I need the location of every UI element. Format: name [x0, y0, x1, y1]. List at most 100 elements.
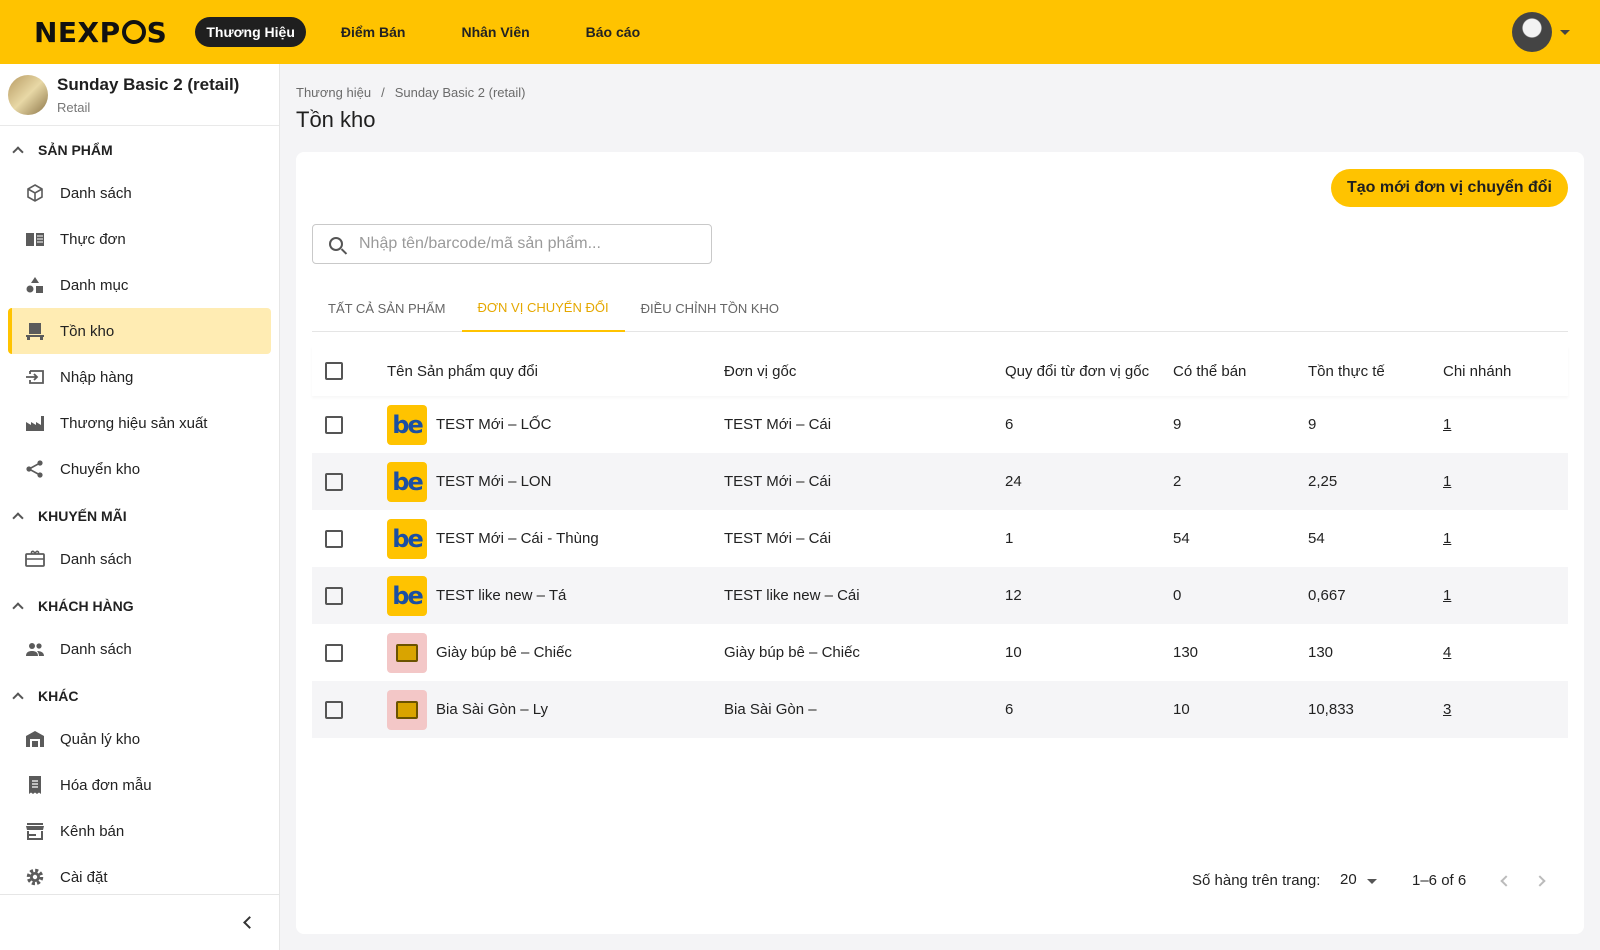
base-unit: TEST Mới – Cái [724, 530, 832, 547]
section-promotions[interactable]: KHUYẾN MÃI [0, 496, 279, 536]
share-icon [24, 458, 46, 480]
sellable-qty: 10 [1173, 701, 1190, 718]
tab-conversion-units[interactable]: Đơn vị chuyển đổi [461, 284, 625, 332]
column-header[interactable]: Đơn vị gốc [724, 363, 1005, 380]
column-header[interactable]: Có thể bán [1173, 363, 1308, 380]
column-header[interactable]: Quy đổi từ đơn vị gốc [1005, 363, 1173, 380]
conversion-rate: 6 [1005, 701, 1014, 718]
search-input[interactable] [359, 235, 689, 253]
sidebar: Sunday Basic 2 (retail) Retail SẢN PHẨM … [0, 64, 280, 950]
select-all-checkbox[interactable] [325, 362, 343, 380]
row-checkbox[interactable] [325, 700, 343, 719]
row-checkbox[interactable] [325, 415, 343, 434]
sidebar-item-promo-list[interactable]: Danh sách [8, 536, 271, 582]
chevron-up-icon [12, 602, 24, 614]
product-name: TEST like new – Tá [436, 587, 567, 604]
product-name: Giày búp bê – Chiếc [436, 644, 572, 661]
user-avatar[interactable] [1512, 12, 1552, 52]
actual-stock: 54 [1308, 530, 1325, 547]
top-bar: NEXP S Thương Hiệu Điểm Bán Nhân Viên Báo… [0, 0, 1600, 64]
sidebar-item-channel[interactable]: Kênh bán [8, 808, 271, 854]
store-icon [24, 820, 46, 842]
sidebar-item-customer-list[interactable]: Danh sách [8, 626, 271, 672]
sidebar-item-manufacturer[interactable]: Thương hiệu sản xuất [8, 400, 271, 446]
sidebar-item-category[interactable]: Danh mục [8, 262, 271, 308]
product-thumbnail [387, 689, 427, 730]
section-products[interactable]: SẢN PHẨM [0, 130, 279, 170]
sidebar-item-import[interactable]: Nhập hàng [8, 354, 271, 400]
brand-header[interactable]: Sunday Basic 2 (retail) Retail [0, 64, 279, 126]
top-nav: Thương Hiệu Điểm Bán Nhân Viên Báo cáo [195, 17, 685, 47]
conversion-rate: 10 [1005, 644, 1022, 661]
branch-count-link[interactable]: 1 [1443, 587, 1451, 604]
tab-inventory-adjustment[interactable]: Điều chỉnh tồn kho [625, 284, 795, 332]
sidebar-item-warehouse[interactable]: Quản lý kho [8, 716, 271, 762]
sidebar-item-product-list[interactable]: Danh sách [8, 170, 271, 216]
chevron-up-icon [12, 146, 24, 158]
conversion-rate: 1 [1005, 530, 1014, 547]
gear-icon [24, 866, 46, 888]
next-page-icon[interactable] [1534, 875, 1546, 887]
sidebar-item-menu[interactable]: Thực đơn [8, 216, 271, 262]
sidebar-item-label: Chuyển kho [60, 460, 141, 478]
tab-all-products[interactable]: Tất cả sản phẩm [312, 284, 462, 332]
section-customers[interactable]: KHÁCH HÀNG [0, 586, 279, 626]
conversion-rate: 24 [1005, 473, 1022, 490]
table-row[interactable]: be TEST Mới – LON TEST Mới – Cái 24 2 2,2… [312, 453, 1568, 510]
table-row[interactable]: be TEST Mới – LỐC TEST Mới – Cái 6 9 9 1 [312, 396, 1568, 453]
table-row[interactable]: be TEST Mới – Cái - Thùng TEST Mới – Cái … [312, 510, 1568, 567]
sellable-qty: 130 [1173, 644, 1199, 661]
pallet-icon [24, 320, 46, 342]
nav-brand[interactable]: Thương Hiệu [195, 17, 306, 47]
row-checkbox[interactable] [325, 529, 343, 548]
chevron-down-icon[interactable] [1367, 879, 1377, 884]
table-row[interactable]: Giày búp bê – Chiếc Giày búp bê – Chiếc … [312, 624, 1568, 681]
branch-count-link[interactable]: 1 [1443, 530, 1451, 547]
product-thumbnail: be [387, 518, 427, 559]
nav-staff[interactable]: Nhân Viên [450, 17, 540, 47]
nav-points-of-sale[interactable]: Điểm Bán [330, 17, 417, 47]
sidebar-item-transfer[interactable]: Chuyển kho [8, 446, 271, 492]
create-conversion-unit-button[interactable]: Tạo mới đơn vị chuyển đổi [1331, 169, 1568, 207]
sidebar-item-inventory[interactable]: Tồn kho [8, 308, 271, 354]
column-header[interactable]: Chi nhánh [1443, 363, 1563, 380]
actual-stock: 10,833 [1308, 701, 1354, 718]
base-unit: TEST Mới – Cái [724, 416, 832, 433]
table-row[interactable]: be TEST like new – Tá TEST like new – Cái… [312, 567, 1568, 624]
branch-count-link[interactable]: 1 [1443, 473, 1451, 490]
sellable-qty: 2 [1173, 473, 1182, 490]
section-label: KHUYẾN MÃI [38, 508, 127, 524]
base-unit: TEST Mới – Cái [724, 473, 832, 490]
book-icon [24, 228, 46, 250]
branch-count-link[interactable]: 3 [1443, 701, 1451, 718]
previous-page-icon[interactable] [1500, 875, 1512, 887]
nav-reports[interactable]: Báo cáo [575, 17, 651, 47]
column-header[interactable]: Tên Sản phẩm quy đổi [387, 363, 724, 380]
box-icon [24, 182, 46, 204]
sellable-qty: 0 [1173, 587, 1182, 604]
sidebar-item-invoice-template[interactable]: Hóa đơn mẫu [8, 762, 271, 808]
sidebar-item-label: Thương hiệu sản xuất [60, 414, 208, 432]
rows-per-page-select[interactable]: 20 [1340, 871, 1357, 888]
row-checkbox[interactable] [325, 643, 343, 662]
row-checkbox[interactable] [325, 472, 343, 491]
factory-icon [24, 412, 46, 434]
column-header[interactable]: Tồn thực tế [1308, 363, 1443, 380]
table-row[interactable]: Bia Sài Gòn – Ly Bia Sài Gòn – 6 10 10,8… [312, 681, 1568, 738]
base-unit: Giày búp bê – Chiếc [724, 644, 860, 661]
row-checkbox[interactable] [325, 586, 343, 605]
rows-per-page-label: Số hàng trên trang: [1192, 872, 1321, 889]
base-unit: TEST like new – Cái [724, 587, 860, 604]
breadcrumb-store[interactable]: Sunday Basic 2 (retail) [395, 85, 526, 100]
conversion-rate: 12 [1005, 587, 1022, 604]
branch-count-link[interactable]: 1 [1443, 416, 1451, 433]
section-other[interactable]: KHÁC [0, 676, 279, 716]
brand-avatar [8, 74, 48, 115]
sidebar-item-label: Nhập hàng [60, 368, 134, 386]
nexpos-logo[interactable]: NEXP S [34, 16, 167, 49]
breadcrumb-brand[interactable]: Thương hiệu [296, 85, 371, 100]
branch-count-link[interactable]: 4 [1443, 644, 1451, 661]
sellable-qty: 54 [1173, 530, 1190, 547]
chevron-down-icon[interactable] [1560, 30, 1570, 35]
chevron-left-icon[interactable] [243, 916, 256, 929]
